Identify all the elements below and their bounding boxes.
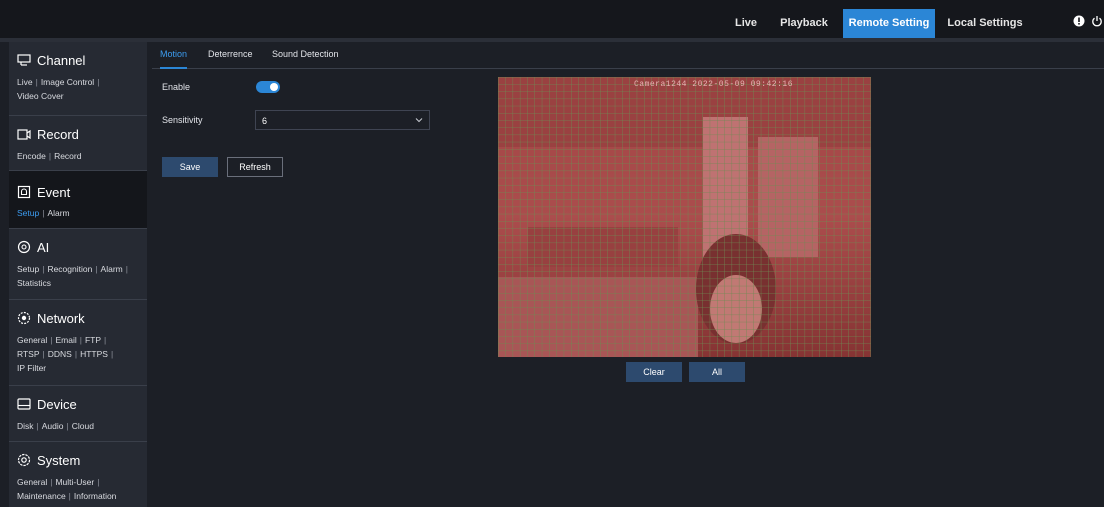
system-icon (17, 453, 31, 467)
sidebar-item-information[interactable]: Information (74, 491, 117, 501)
enable-label: Enable (162, 82, 191, 92)
sidebar-section-system: System General | Multi-User | Maintenance | I… (9, 442, 147, 507)
network-icon (17, 311, 31, 325)
sidebar-item-live[interactable]: Live (17, 77, 33, 87)
sidebar-item-setup[interactable]: Setup (17, 264, 39, 274)
sidebar-section-device: Device Disk | Audio | Cloud (9, 386, 147, 442)
sidebar-header-ai[interactable]: AI (17, 237, 49, 257)
sidebar-links: Live | Image Control | Video Cover (17, 77, 100, 101)
sidebar-item-ftp[interactable]: FTP (85, 335, 101, 345)
clear-button[interactable]: Clear (626, 362, 682, 382)
sidebar-item-image-control[interactable]: Image Control (41, 77, 94, 87)
enable-toggle[interactable] (256, 81, 280, 93)
sidebar-item-record[interactable]: Record (54, 151, 81, 161)
sidebar-title: Record (37, 126, 79, 142)
sidebar-header-record[interactable]: Record (17, 124, 79, 144)
sidebar-title: Network (37, 310, 85, 326)
sidebar-title: AI (37, 239, 50, 255)
sidebar-links: Setup | Recognition | Alarm | Statistics (17, 264, 128, 288)
tab-motion[interactable]: Motion (160, 50, 188, 69)
power-icon[interactable] (1091, 15, 1103, 27)
sidebar-links: Encode | Record (17, 151, 82, 161)
sidebar-item-ip-filter[interactable]: IP Filter (17, 363, 46, 373)
sidebar: Channel Live | Image Control | Video Cover … (9, 42, 147, 507)
sidebar-item-audio[interactable]: Audio (42, 421, 64, 431)
sidebar-links: Setup | Alarm (17, 208, 70, 218)
sidebar-title: Channel (37, 52, 86, 68)
sidebar-section-channel: Channel Live | Image Control | Video Cover (9, 42, 147, 116)
nav-remote-setting[interactable]: Remote Setting (843, 9, 935, 38)
sidebar-item-alarm[interactable]: Alarm (101, 264, 123, 274)
sidebar-item-general[interactable]: General (17, 335, 47, 345)
sidebar-section-ai: AI Setup | Recognition | Alarm | Statistics (9, 229, 147, 300)
sidebar-section-network: Network General | Email | FTP | RTSP | DDNS | HTT… (9, 300, 147, 386)
sidebar-item-https[interactable]: HTTPS (80, 349, 108, 359)
sidebar-header-system[interactable]: System (17, 450, 80, 470)
info-icon[interactable] (1073, 15, 1085, 27)
sidebar-header-network[interactable]: Network (17, 308, 85, 328)
sidebar-item-general[interactable]: General (17, 477, 47, 487)
nav-live[interactable]: Live (728, 9, 764, 38)
sensitivity-select[interactable]: 6 (255, 110, 430, 130)
camera-preview (498, 77, 871, 357)
sidebar-item-alarm[interactable]: Alarm (47, 208, 69, 218)
sidebar-item-recognition[interactable]: Recognition (47, 264, 92, 274)
device-icon (17, 398, 31, 410)
sensitivity-label: Sensitivity (162, 115, 203, 125)
sidebar-item-maintenance[interactable]: Maintenance (17, 491, 66, 501)
save-button[interactable]: Save (162, 157, 218, 177)
ai-icon (17, 240, 31, 254)
sidebar-item-email[interactable]: Email (55, 335, 76, 345)
event-icon (17, 185, 31, 199)
sidebar-section-event: Event Setup | Alarm (9, 171, 147, 229)
event-tabs: Motion Deterrence Sound Detection (152, 46, 1104, 69)
sidebar-item-ddns[interactable]: DDNS (48, 349, 72, 359)
sidebar-item-multi-user[interactable]: Multi-User (55, 477, 94, 487)
sidebar-item-setup[interactable]: Setup (17, 208, 39, 218)
tab-sound-detection[interactable]: Sound Detection (272, 50, 339, 67)
top-bar: Live Playback Remote Setting Local Setti… (0, 0, 1104, 42)
sidebar-item-cloud[interactable]: Cloud (72, 421, 94, 431)
sidebar-links: Disk | Audio | Cloud (17, 421, 94, 431)
sidebar-item-video-cover[interactable]: Video Cover (17, 91, 64, 101)
sidebar-header-event[interactable]: Event (17, 182, 70, 202)
sidebar-title: Event (37, 184, 71, 200)
chevron-down-icon (415, 118, 423, 123)
refresh-button[interactable]: Refresh (227, 157, 283, 177)
sidebar-links: General | Multi-User | Maintenance | Informat… (17, 477, 117, 501)
sidebar-title: System (37, 452, 81, 468)
record-icon (17, 129, 31, 140)
sensitivity-value: 6 (262, 116, 268, 126)
sidebar-section-record: Record Encode | Record (9, 116, 147, 171)
sidebar-item-rtsp[interactable]: RTSP (17, 349, 40, 359)
channel-icon (17, 54, 31, 66)
motion-area-video[interactable]: Camera1244 2022-05-09 09:42:16 (498, 77, 871, 357)
all-button[interactable]: All (689, 362, 745, 382)
sidebar-header-device[interactable]: Device (17, 394, 77, 414)
sidebar-item-encode[interactable]: Encode (17, 151, 46, 161)
sidebar-title: Device (37, 396, 77, 412)
nav-local-settings[interactable]: Local Settings (945, 9, 1025, 38)
tab-deterrence[interactable]: Deterrence (208, 50, 253, 67)
sidebar-header-channel[interactable]: Channel (17, 50, 85, 70)
sidebar-item-disk[interactable]: Disk (17, 421, 34, 431)
sidebar-item-statistics[interactable]: Statistics (17, 278, 51, 288)
sidebar-links: General | Email | FTP | RTSP | DDNS | HTTPS | IP F… (17, 335, 114, 373)
camera-timestamp-overlay: Camera1244 2022-05-09 09:42:16 (633, 80, 793, 89)
nav-playback[interactable]: Playback (773, 9, 835, 38)
